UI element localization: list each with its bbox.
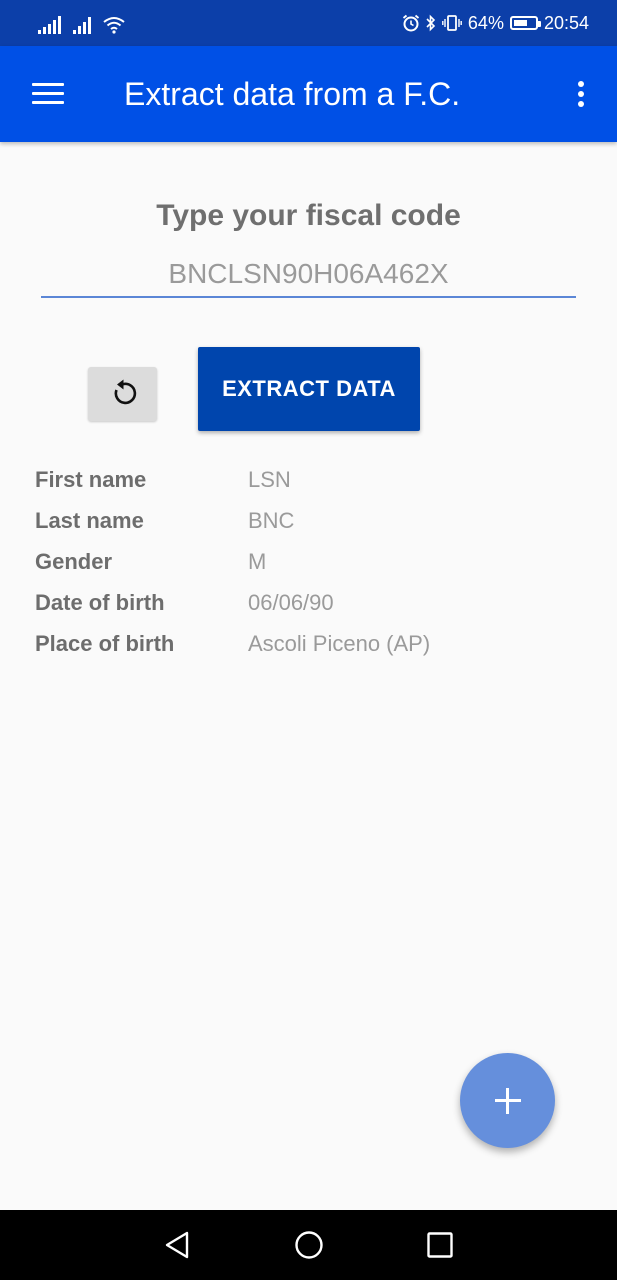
detail-label: First name [35, 467, 147, 492]
navigation-bar [0, 1210, 617, 1280]
detail-row-place-of-birth: Place of birth Ascoli Piceno (AP) [35, 625, 595, 666]
extracted-details: First name LSN Last name BNC Gender M Da… [35, 461, 595, 666]
detail-label: Gender [35, 549, 113, 574]
detail-value: M [248, 549, 267, 574]
wifi-icon [103, 17, 125, 34]
detail-row-first-name: First name LSN [35, 461, 595, 502]
add-fab-button[interactable] [460, 1053, 555, 1148]
extract-data-button[interactable]: EXTRACT DATA [198, 347, 420, 431]
vibrate-icon [442, 15, 462, 31]
reset-button[interactable] [88, 367, 157, 421]
app-screen: 64% 20:54 Extract data from a F.C. Type … [0, 0, 617, 1280]
alarm-icon [402, 14, 419, 32]
recent-square-icon[interactable] [423, 1228, 457, 1262]
bluetooth-icon [426, 14, 436, 32]
menu-icon[interactable] [30, 80, 66, 108]
signal-strength-icon [38, 16, 61, 34]
fiscal-code-prompt: Type your fiscal code [156, 199, 461, 232]
status-right: 64% 20:54 [402, 11, 589, 35]
detail-label: Date of birth [35, 590, 165, 615]
battery-icon [509, 16, 541, 30]
status-bar: 64% 20:54 [0, 0, 617, 46]
more-vert-icon[interactable] [571, 76, 591, 112]
detail-value: 06/06/90 [248, 590, 334, 615]
detail-row-last-name: Last name BNC [35, 502, 595, 543]
detail-row-date-of-birth: Date of birth 06/06/90 [35, 584, 595, 625]
clock: 20:54 [543, 12, 589, 33]
detail-value: LSN [248, 467, 291, 492]
app-title: Extract data from a F.C. [124, 76, 461, 112]
detail-value: Ascoli Piceno (AP) [248, 631, 431, 656]
status-left [38, 12, 125, 34]
refresh-icon [114, 379, 137, 405]
fiscal-code-input[interactable] [41, 252, 576, 298]
signal-strength-icon [73, 16, 91, 34]
detail-row-gender: Gender M [35, 543, 595, 584]
detail-value: BNC [248, 508, 295, 533]
battery-percent: 64% [467, 12, 504, 33]
app-bar: Extract data from a F.C. [0, 46, 617, 142]
home-circle-icon[interactable] [292, 1228, 326, 1262]
back-triangle-icon[interactable] [160, 1228, 194, 1262]
detail-label: Last name [35, 508, 144, 533]
battery-level [513, 20, 527, 26]
detail-label: Place of birth [35, 631, 175, 656]
